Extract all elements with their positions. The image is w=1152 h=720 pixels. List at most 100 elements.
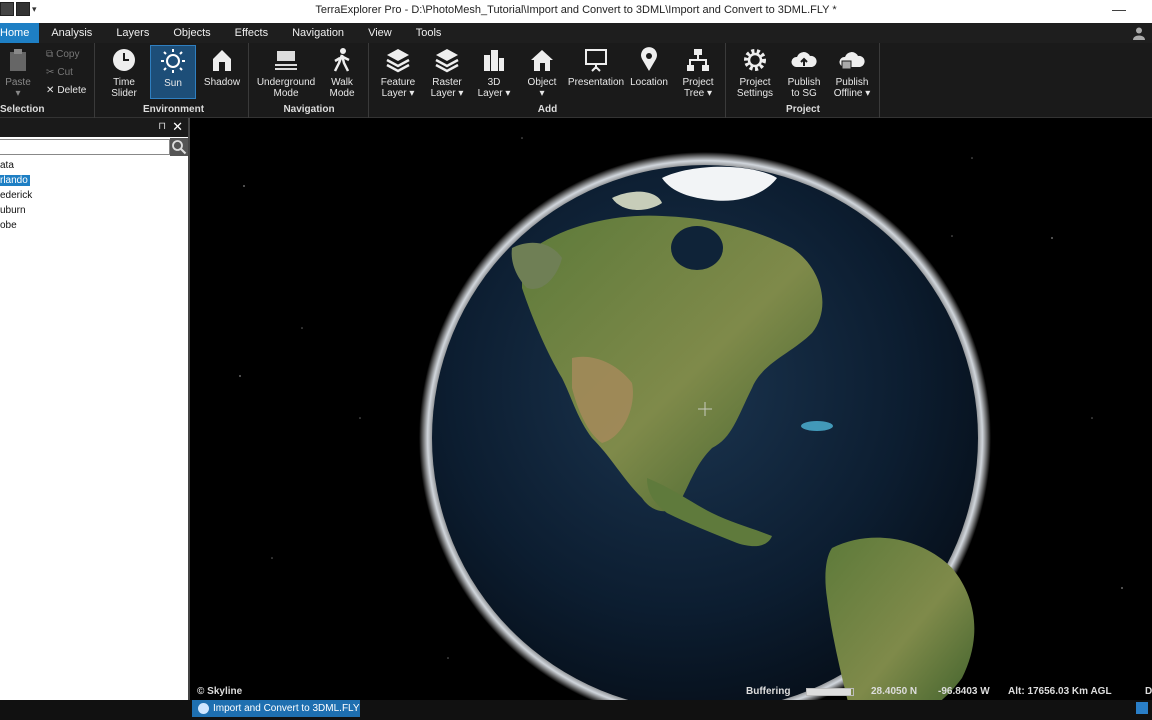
shadow-house-icon	[213, 50, 231, 71]
search-icon[interactable]	[170, 138, 188, 156]
tree-item-label: ederick	[0, 190, 33, 201]
tab-navigation[interactable]: Navigation	[280, 23, 356, 43]
feature-layer-label-2: Layer ▾	[381, 88, 415, 99]
raster-layer-label-1: Raster	[432, 77, 462, 88]
viewer-status-bar: © Skyline Buffering 28.4050 N -96.8403 W…	[192, 684, 1152, 700]
copy-button[interactable]: ⧉ Copy	[46, 49, 80, 60]
3d-layer-label-2: Layer ▾	[477, 88, 511, 99]
tree-item-label: ata	[0, 160, 14, 171]
object-button[interactable]: Object ▾	[522, 47, 562, 99]
delete-button[interactable]: ✕ Delete	[46, 85, 86, 96]
ribbon-tabs: Home Analysis Layers Objects Effects Nav…	[0, 23, 1152, 43]
project-tree-label-1: Project	[682, 77, 714, 88]
location-label: Location	[630, 77, 668, 88]
tree-item[interactable]: ata	[0, 158, 188, 173]
project-settings-button[interactable]: Project Settings	[733, 47, 777, 99]
tab-home[interactable]: Home	[0, 23, 40, 43]
title-bar: ▾ TerraExplorer Pro - D:\PhotoMesh_Tutor…	[0, 0, 1152, 23]
publish-offline-button[interactable]: Publish Offline ▾	[829, 47, 875, 99]
pin-panel-icon[interactable]: ⊓	[158, 121, 166, 132]
project-tree-icon	[687, 49, 709, 71]
document-tab-bar: Import and Convert to 3DML.FLY	[0, 700, 1152, 720]
tree-item-label: obe	[0, 220, 17, 231]
tree-item[interactable]: ederick	[0, 188, 188, 203]
tab-objects[interactable]: Objects	[161, 23, 222, 43]
location-button[interactable]: Location	[628, 47, 670, 88]
cut-button[interactable]: ✂ Cut	[46, 67, 73, 78]
tree-item-selected[interactable]: rlando	[0, 173, 188, 188]
status-flag: D	[1145, 686, 1152, 697]
close-panel-icon[interactable]: ✕	[172, 119, 183, 135]
latitude-readout: 28.4050 N	[871, 686, 918, 697]
walk-mode-button[interactable]: Walk Mode	[324, 47, 360, 99]
cut-icon: ✂	[46, 67, 55, 78]
longitude-readout: -96.8403 W	[938, 686, 990, 697]
project-tree-button[interactable]: Project Tree ▾	[676, 47, 720, 99]
object-house-icon	[531, 50, 553, 71]
publish-offline-label-1: Publish	[835, 77, 869, 88]
tab-effects[interactable]: Effects	[223, 23, 280, 43]
3d-layer-button[interactable]: 3D Layer ▾	[474, 47, 514, 99]
3d-layer-label-1: 3D	[487, 77, 501, 88]
user-icon[interactable]	[1132, 26, 1146, 40]
delete-icon: ✕	[46, 85, 55, 96]
publish-sg-label-1: Publish	[787, 77, 821, 88]
buffering-progress-bar	[806, 688, 854, 696]
cloud-upload-icon	[791, 52, 817, 67]
cut-label: Cut	[57, 67, 73, 78]
buffering-progress-fill	[807, 689, 851, 695]
minimize-button[interactable]: —	[1112, 1, 1126, 17]
group-label-add: Add	[537, 104, 558, 115]
panel-toggle-icon[interactable]	[1136, 702, 1148, 714]
tree-search-input[interactable]	[0, 139, 170, 155]
panel-header: ⊓ ✕	[0, 118, 188, 137]
clock-icon	[113, 49, 135, 71]
window-title: TerraExplorer Pro - D:\PhotoMesh_Tutoria…	[315, 4, 837, 16]
raster-layer-button[interactable]: Raster Layer ▾	[426, 47, 468, 99]
presentation-button[interactable]: Presentation	[566, 47, 626, 88]
tab-tools[interactable]: Tools	[404, 23, 454, 43]
project-settings-label-1: Project	[739, 77, 771, 88]
feature-layer-icon	[386, 49, 410, 73]
delete-label: Delete	[57, 85, 87, 96]
feature-layer-button[interactable]: Feature Layer ▾	[376, 47, 420, 99]
group-environment: Time Slider Sun Shadow Environment	[96, 43, 249, 118]
raster-layer-label-2: Layer ▾	[430, 88, 464, 99]
group-label-project: Project	[786, 104, 820, 115]
globe-scene[interactable]	[192, 118, 1152, 700]
publish-to-sg-button[interactable]: Publish to SG	[783, 47, 825, 99]
paste-icon	[10, 49, 26, 71]
group-add: Feature Layer ▾ Raster Layer ▾ 3D Layer …	[370, 43, 726, 118]
publish-sg-label-2: to SG	[791, 88, 817, 99]
time-slider-label-2: Slider	[111, 88, 137, 99]
time-slider-label-1: Time	[113, 77, 135, 88]
paste-label: Paste	[5, 77, 31, 88]
document-tab[interactable]: Import and Convert to 3DML.FLY	[192, 700, 360, 717]
time-slider-button[interactable]: Time Slider	[104, 47, 144, 99]
publish-offline-icon	[839, 52, 865, 70]
sun-button[interactable]: Sun	[150, 45, 196, 99]
tab-analysis[interactable]: Analysis	[39, 23, 104, 43]
raster-layer-icon	[435, 49, 459, 73]
buffering-label: Buffering	[746, 686, 791, 697]
tree-item[interactable]: obe	[0, 218, 188, 233]
paste-button[interactable]: Paste ▾	[4, 47, 32, 99]
copy-icon: ⧉	[46, 49, 54, 60]
tree-item[interactable]: uburn	[0, 203, 188, 218]
tree-item-label: uburn	[0, 205, 26, 216]
shadow-button[interactable]: Shadow	[200, 47, 244, 88]
underground-icon	[275, 51, 297, 70]
tab-view[interactable]: View	[356, 23, 404, 43]
gear-icon	[744, 49, 766, 71]
feature-layer-label-1: Feature	[380, 77, 416, 88]
altitude-readout: Alt: 17656.03 Km AGL	[1008, 686, 1112, 697]
3d-viewer[interactable]	[192, 118, 1152, 700]
copy-label: Copy	[56, 49, 80, 60]
underground-label-2: Mode	[273, 88, 299, 99]
group-project: Project Settings Publish to SG Publish O…	[727, 43, 880, 118]
tab-layers[interactable]: Layers	[104, 23, 161, 43]
underground-label-1: Underground	[256, 77, 316, 88]
shadow-label: Shadow	[203, 77, 241, 88]
object-label-2: ▾	[539, 88, 545, 99]
underground-mode-button[interactable]: Underground Mode	[254, 47, 318, 99]
